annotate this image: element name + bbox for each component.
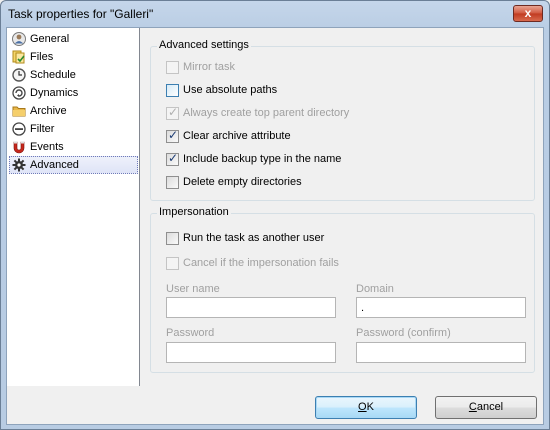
ok-mnemonic: O: [358, 401, 367, 413]
tree-item-dynamics[interactable]: Dynamics: [9, 84, 138, 102]
checkbox-box: [166, 61, 179, 74]
user-icon: [12, 32, 26, 46]
tree-item-label: Advanced: [30, 159, 79, 171]
tree-item-label: Filter: [30, 123, 55, 135]
close-button[interactable]: x: [513, 5, 543, 22]
checkbox-label: Use absolute paths: [183, 84, 278, 96]
clock-icon: [12, 68, 26, 82]
checkbox-box: ✓: [166, 105, 179, 120]
tree-item-filter[interactable]: Filter: [9, 120, 138, 138]
tree-item-archive[interactable]: Archive: [9, 102, 138, 120]
username-label: User name: [166, 283, 220, 295]
tree-item-schedule[interactable]: Schedule: [9, 66, 138, 84]
tree-item-label: Events: [30, 141, 64, 153]
tree-item-label: Dynamics: [30, 87, 79, 99]
checkbox-label: Delete empty directories: [183, 176, 302, 188]
cancel-mnemonic: C: [468, 401, 477, 413]
filter-icon: [12, 122, 26, 136]
files-icon: [12, 50, 25, 64]
checkbox-box: [166, 84, 179, 97]
task-properties-window: Task properties for "Galleri" x General: [0, 0, 550, 430]
dialog-footer: OK Cancel: [7, 386, 543, 424]
checkbox-box: ✓: [166, 151, 179, 166]
advanced-settings-group: Advanced settings Mirror task Use absolu…: [150, 39, 535, 201]
cancel-label-rest: ancel: [476, 401, 504, 413]
tree-item-events[interactable]: Events: [9, 138, 138, 156]
title-bar[interactable]: Task properties for "Galleri" x: [1, 1, 549, 27]
dynamics-icon: [12, 86, 26, 100]
folder-icon: [12, 106, 26, 117]
password-label: Password: [166, 327, 215, 339]
advanced-panel: Advanced settings Mirror task Use absolu…: [141, 28, 543, 386]
checkmark-icon: ✓: [168, 105, 179, 119]
checkmark-icon: ✓: [168, 128, 179, 142]
domain-field[interactable]: [356, 297, 526, 318]
tree-item-label: Archive: [30, 105, 67, 117]
tree-item-label: Files: [30, 51, 54, 63]
password-confirm-label: Password (confirm): [356, 327, 451, 339]
magnet-icon: [13, 141, 25, 154]
checkbox-box: [166, 176, 179, 189]
checkbox-label: Always create top parent directory: [183, 107, 350, 119]
tree-item-label: Schedule: [30, 69, 76, 81]
domain-label: Domain: [356, 283, 394, 295]
gear-icon: [12, 158, 26, 172]
tree-item-label: General: [30, 33, 70, 45]
tree-item-files[interactable]: Files: [9, 48, 138, 66]
tree-item-general[interactable]: General: [9, 30, 138, 48]
checkbox-box: [166, 257, 179, 270]
close-icon: x: [524, 6, 532, 20]
checkbox-box: [166, 232, 179, 245]
group-title: Advanced settings: [157, 39, 251, 51]
cancel-button[interactable]: Cancel: [435, 396, 537, 419]
username-field[interactable]: [166, 297, 336, 318]
checkbox-label: Include backup type in the name: [183, 153, 342, 165]
checkbox-box: ✓: [166, 128, 179, 143]
category-tree[interactable]: General Files Schedule Dynamics Archive …: [7, 28, 140, 386]
checkbox-label: Mirror task: [183, 61, 235, 73]
checkbox-label: Cancel if the impersonation fails: [183, 257, 339, 269]
window-title: Task properties for "Galleri": [8, 7, 154, 21]
group-title: Impersonation: [157, 206, 231, 218]
checkmark-icon: ✓: [168, 151, 179, 165]
tree-item-advanced[interactable]: Advanced: [9, 156, 138, 174]
dialog-client: General Files Schedule Dynamics Archive …: [6, 27, 544, 425]
checkbox-label: Clear archive attribute: [183, 130, 291, 142]
password-field[interactable]: [166, 342, 336, 363]
ok-button[interactable]: OK: [315, 396, 417, 419]
password-confirm-field[interactable]: [356, 342, 526, 363]
ok-label-rest: K: [366, 401, 374, 413]
checkbox-label: Run the task as another user: [183, 232, 325, 244]
impersonation-group: Impersonation Run the task as another us…: [150, 206, 535, 373]
